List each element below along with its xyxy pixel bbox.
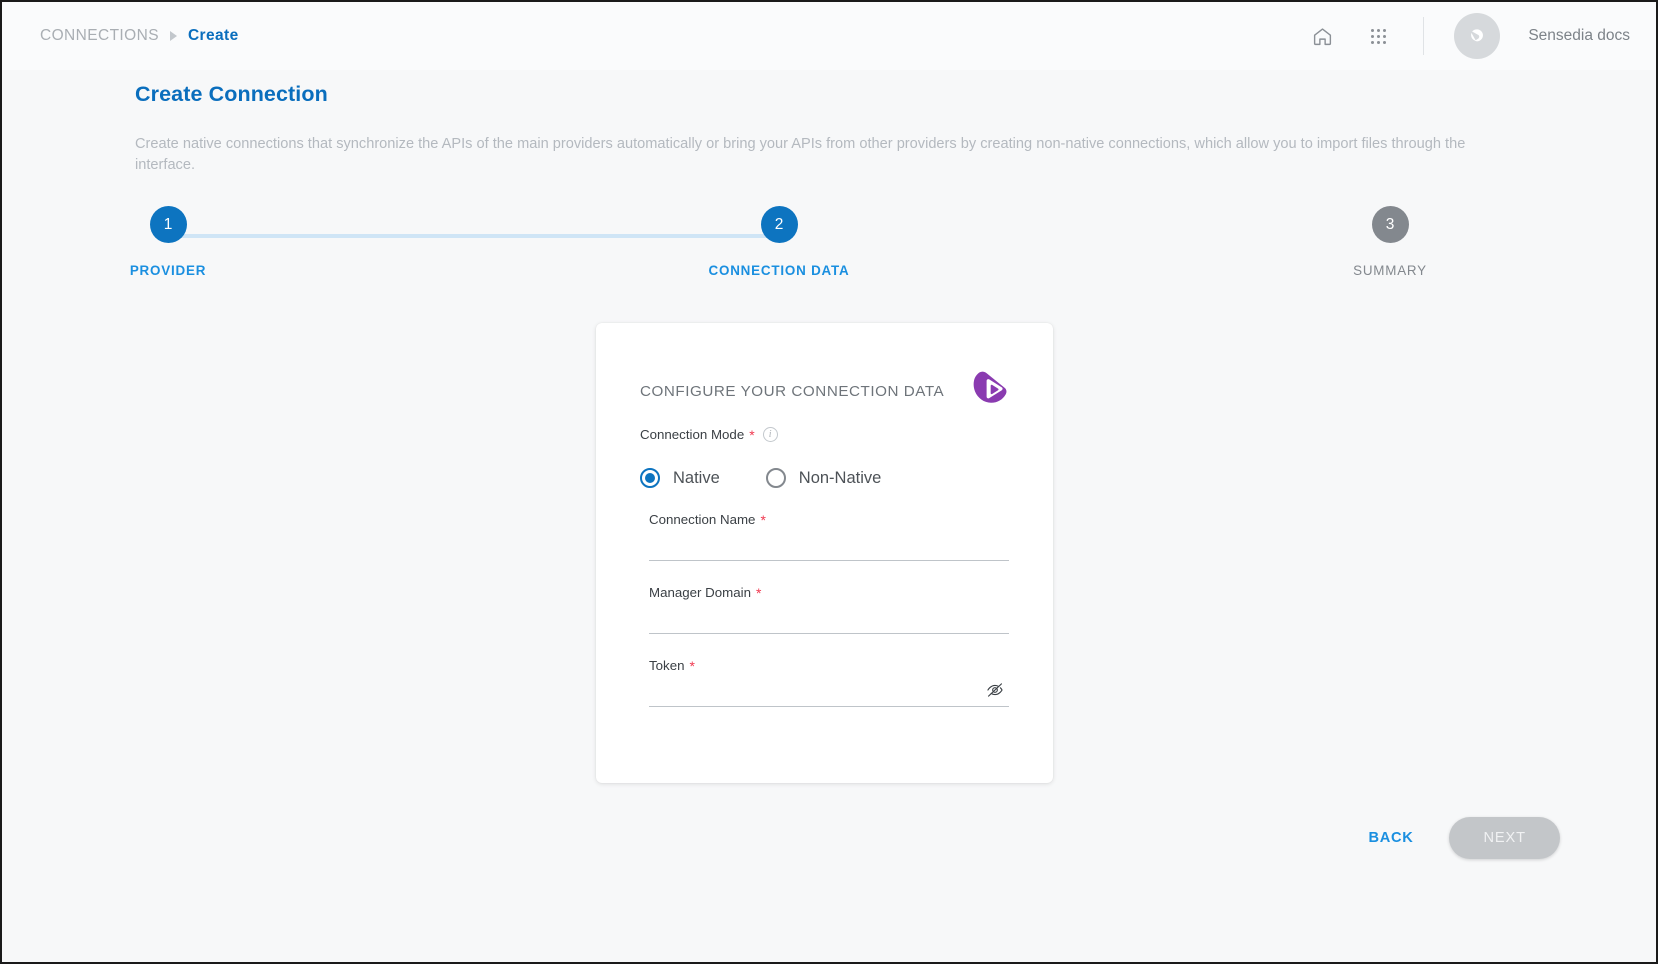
back-button[interactable]: BACK bbox=[1367, 824, 1416, 852]
sensedia-avatar-logo-icon bbox=[1465, 24, 1490, 49]
user-name: Sensedia docs bbox=[1528, 27, 1630, 45]
top-bar-actions: Sensedia docs bbox=[1305, 13, 1630, 59]
top-bar-divider bbox=[1423, 17, 1424, 55]
stepper: 1 PROVIDER 2 CONNECTION DATA 3 SUMMARY bbox=[135, 206, 1475, 286]
card-title: CONFIGURE YOUR CONNECTION DATA bbox=[640, 383, 944, 400]
manager-domain-label-text: Manager Domain bbox=[649, 585, 751, 600]
breadcrumb-connections[interactable]: CONNECTIONS bbox=[40, 27, 159, 45]
token-label: Token * bbox=[649, 658, 1009, 673]
apps-grid-icon[interactable] bbox=[1361, 19, 1395, 53]
connection-mode-label-text: Connection Mode bbox=[640, 427, 744, 442]
connection-mode-required-mark: * bbox=[749, 428, 754, 442]
manager-domain-underline bbox=[649, 633, 1009, 634]
breadcrumb-separator-icon bbox=[170, 31, 177, 41]
sensedia-play-logo-icon bbox=[965, 365, 1017, 417]
page-title: Create Connection bbox=[135, 82, 328, 107]
home-icon[interactable] bbox=[1305, 19, 1339, 53]
stepper-step-connection-data[interactable]: 2 CONNECTION DATA bbox=[709, 206, 849, 278]
wizard-actions: BACK NEXT bbox=[1367, 817, 1561, 859]
connection-mode-label: Connection Mode * i bbox=[640, 427, 1009, 442]
stepper-bullet-1: 1 bbox=[150, 206, 187, 243]
manager-domain-label: Manager Domain * bbox=[649, 585, 1009, 600]
stepper-bullet-3: 3 bbox=[1372, 206, 1409, 243]
card-header: CONFIGURE YOUR CONNECTION DATA bbox=[596, 323, 1053, 417]
field-token: Token * bbox=[640, 658, 1009, 707]
radio-native-dot bbox=[645, 473, 655, 483]
connection-mode-group: Connection Mode * i Native Non-Native bbox=[640, 427, 1009, 488]
radio-non-native-label: Non-Native bbox=[799, 469, 882, 488]
top-bar: CONNECTIONS Create bbox=[2, 2, 1656, 70]
radio-native-control[interactable] bbox=[640, 468, 660, 488]
stepper-label-provider: PROVIDER bbox=[130, 263, 206, 278]
radio-non-native-control[interactable] bbox=[766, 468, 786, 488]
info-icon[interactable]: i bbox=[763, 427, 778, 442]
card-body: Connection Mode * i Native Non-Native bbox=[596, 427, 1053, 707]
stepper-step-provider[interactable]: 1 PROVIDER bbox=[98, 206, 238, 278]
stepper-bullet-2: 2 bbox=[761, 206, 798, 243]
apps-grid-dots bbox=[1371, 29, 1386, 44]
radio-option-non-native[interactable]: Non-Native bbox=[766, 468, 882, 488]
stepper-label-summary: SUMMARY bbox=[1353, 263, 1427, 278]
manager-domain-input[interactable] bbox=[649, 607, 1009, 633]
stepper-progress-line bbox=[177, 234, 782, 238]
eye-off-icon[interactable] bbox=[983, 678, 1007, 702]
manager-domain-required-mark: * bbox=[756, 586, 761, 600]
app-window: CONNECTIONS Create bbox=[0, 0, 1658, 964]
connection-name-input[interactable] bbox=[649, 534, 1009, 560]
token-required-mark: * bbox=[689, 659, 694, 673]
avatar[interactable] bbox=[1454, 13, 1500, 59]
connection-name-required-mark: * bbox=[760, 513, 765, 527]
connection-name-underline bbox=[649, 560, 1009, 561]
stepper-step-summary[interactable]: 3 SUMMARY bbox=[1320, 206, 1460, 278]
breadcrumb-create[interactable]: Create bbox=[188, 27, 239, 45]
connection-data-card: CONFIGURE YOUR CONNECTION DATA Connectio… bbox=[596, 323, 1053, 783]
token-underline bbox=[649, 706, 1009, 707]
radio-native-label: Native bbox=[673, 469, 720, 488]
page-description: Create native connections that synchroni… bbox=[135, 134, 1505, 176]
next-button[interactable]: NEXT bbox=[1449, 817, 1560, 859]
connection-name-label-text: Connection Name bbox=[649, 512, 755, 527]
token-input[interactable] bbox=[649, 680, 1009, 706]
breadcrumb: CONNECTIONS Create bbox=[40, 27, 239, 45]
connection-name-label: Connection Name * bbox=[649, 512, 1009, 527]
field-manager-domain: Manager Domain * bbox=[640, 585, 1009, 634]
connection-mode-radios: Native Non-Native bbox=[640, 468, 1009, 488]
token-label-text: Token bbox=[649, 658, 684, 673]
radio-option-native[interactable]: Native bbox=[640, 468, 720, 488]
stepper-label-connection-data: CONNECTION DATA bbox=[709, 263, 850, 278]
field-connection-name: Connection Name * bbox=[640, 512, 1009, 561]
